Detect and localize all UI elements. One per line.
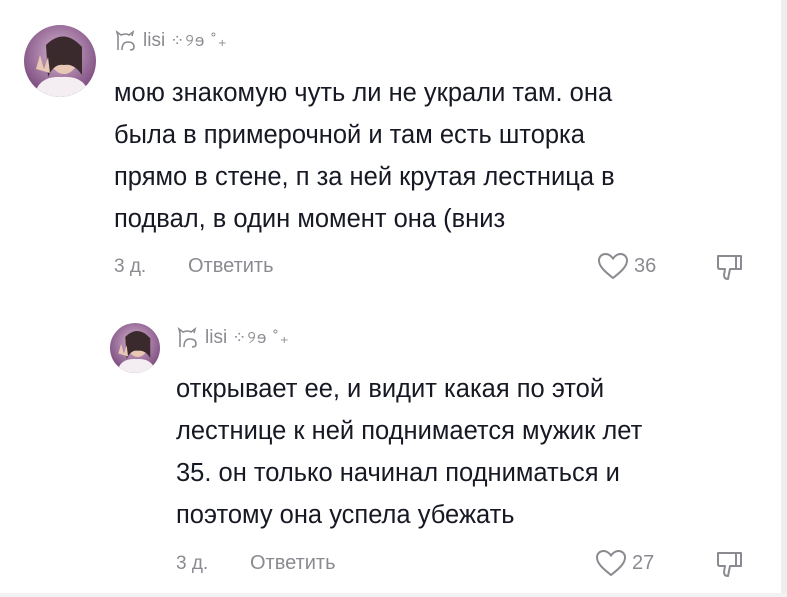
- avatar[interactable]: [110, 323, 160, 373]
- right-edge-strip: [781, 0, 787, 597]
- comment-timestamp: 3 д.: [114, 256, 147, 277]
- dislike-button[interactable]: [714, 252, 744, 287]
- like-button[interactable]: 27: [594, 548, 654, 578]
- avatar[interactable]: [24, 25, 96, 97]
- reply-button[interactable]: Ответить: [188, 255, 274, 278]
- username-text: lisi: [143, 30, 166, 51]
- comment-text-line: была в примерочной и там есть шторка: [114, 121, 585, 149]
- comment-text-line: прямо в стене, п за ней крутая лестница …: [114, 163, 615, 191]
- cat-outline-icon: [115, 30, 135, 51]
- comment-text-line: мою знакомую чуть ли не украли там. она: [114, 79, 613, 107]
- heart-outline-icon: [595, 549, 627, 577]
- comment-text-line: лестнице к ней поднимается мужик лет: [176, 417, 643, 445]
- dislike-button[interactable]: [714, 549, 744, 584]
- username-decoration: ⁘୨ɘ ˚₊: [170, 31, 228, 50]
- comment-username[interactable]: lisi ⁘୨ɘ ˚₊: [114, 30, 228, 52]
- like-count: 27: [632, 551, 655, 574]
- reply-button[interactable]: Ответить: [250, 552, 336, 575]
- comment-username[interactable]: lisi ⁘୨ɘ ˚₊: [176, 327, 290, 349]
- username-decoration: ⁘୨ɘ ˚₊: [232, 328, 290, 347]
- heart-outline-icon: [597, 252, 629, 280]
- thumbs-down-outline-icon: [717, 552, 742, 577]
- comment-text-line: поэтому она успела убежать: [176, 501, 515, 529]
- like-count: 36: [634, 254, 657, 277]
- comment-text: открывает ее, и видит какая по этой лест…: [176, 368, 642, 536]
- comment-timestamp: 3 д.: [176, 553, 209, 574]
- comment-text: мою знакомую чуть ли не украли там. она …: [114, 72, 615, 240]
- comment-text-line: открывает ее, и видит какая по этой: [176, 375, 605, 403]
- like-button[interactable]: 36: [596, 251, 656, 281]
- thumbs-down-outline-icon: [717, 255, 742, 280]
- bottom-edge-strip: [0, 593, 787, 597]
- comment-text-line: 35. он только начинал подниматься и: [176, 459, 620, 487]
- username-text: lisi: [205, 327, 228, 348]
- comment-text-line: подвал, в один момент она (вниз: [114, 205, 506, 233]
- cat-outline-icon: [177, 327, 197, 348]
